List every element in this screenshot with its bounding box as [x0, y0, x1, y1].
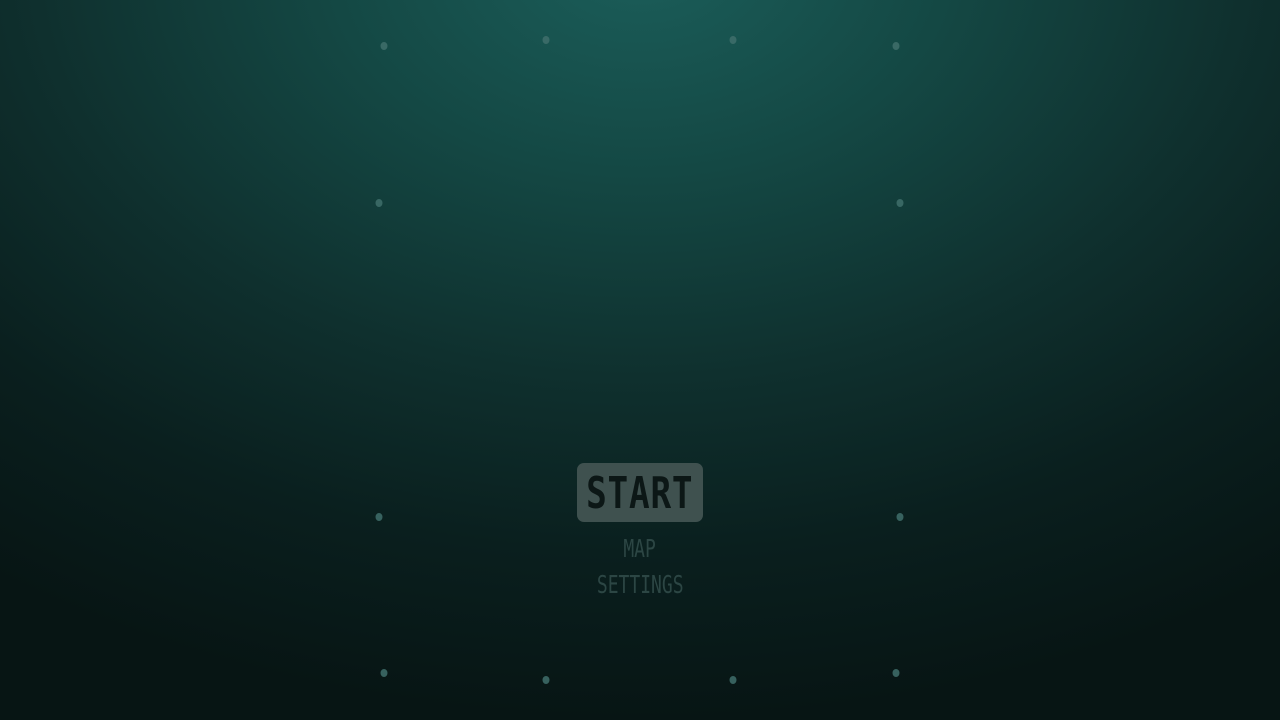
ring-dot	[380, 669, 388, 677]
ring-dot	[542, 36, 550, 44]
settings-menu-item[interactable]: SETTINGS	[597, 572, 684, 597]
start-button[interactable]: START	[577, 463, 703, 522]
main-menu: START MAP SETTINGS	[0, 463, 1280, 597]
ring-dot	[892, 42, 900, 50]
ring-dot	[892, 669, 900, 677]
ring-dot	[729, 36, 737, 44]
ring-dot	[729, 676, 737, 684]
ring-dot	[542, 676, 550, 684]
map-menu-item[interactable]: MAP	[624, 536, 657, 561]
start-button-label: START	[586, 468, 694, 519]
ring-dot	[896, 199, 904, 207]
ring-dot	[380, 42, 388, 50]
game-title-screen: START MAP SETTINGS	[0, 0, 1280, 720]
ring-dot	[375, 199, 383, 207]
